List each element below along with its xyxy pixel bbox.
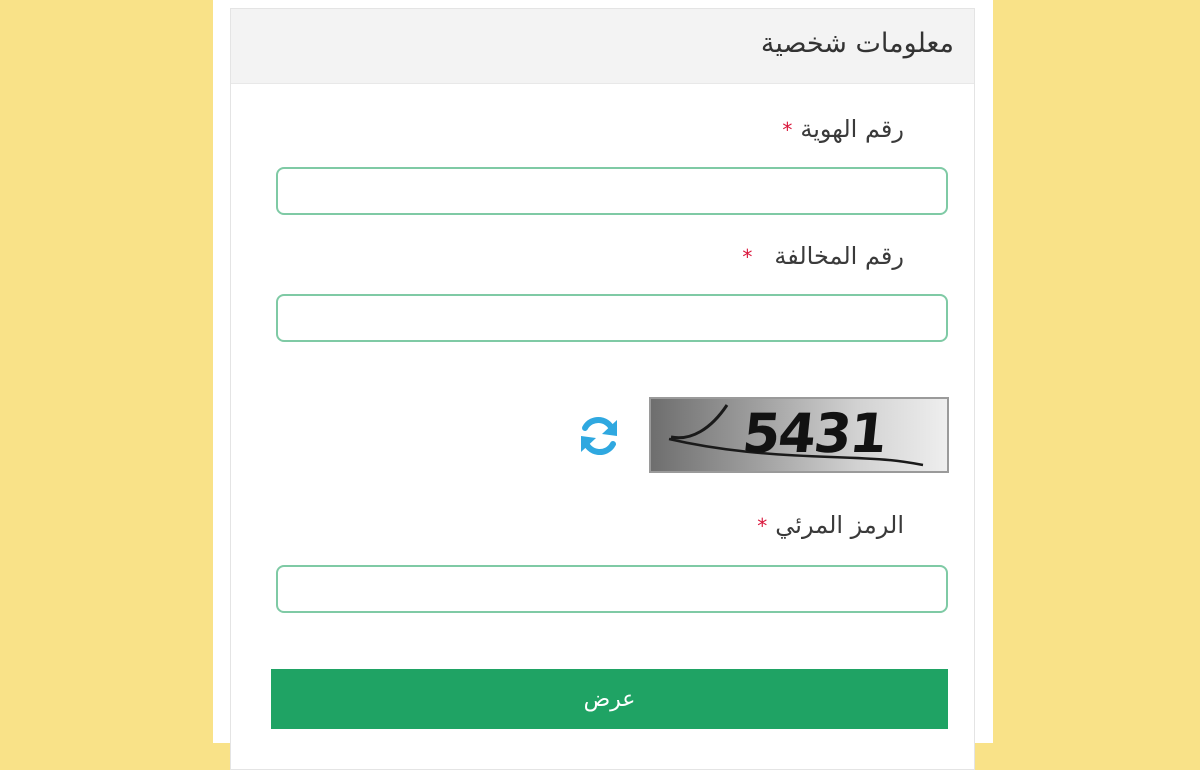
captcha-input[interactable] (276, 565, 948, 613)
personal-info-panel: معلومات شخصية رقم الهوية* رقم المخالفة* … (230, 8, 975, 770)
captcha-label-text: الرمز المرئي (775, 511, 904, 539)
captcha-image: 5431 (649, 397, 949, 473)
required-mark: * (742, 245, 753, 269)
required-mark: * (757, 514, 768, 538)
id-number-input[interactable] (276, 167, 948, 215)
required-mark: * (782, 118, 793, 142)
captcha-refresh-button[interactable] (575, 412, 623, 460)
refresh-icon (581, 416, 617, 456)
panel-title: معلومات شخصية (760, 28, 954, 59)
captcha-text: 5431 (739, 402, 889, 465)
captcha-label: الرمز المرئي * (757, 511, 904, 539)
id-number-label: رقم الهوية * (782, 115, 904, 143)
submit-button[interactable]: عرض (271, 669, 948, 729)
page: معلومات شخصية رقم الهوية* رقم المخالفة* … (213, 0, 993, 770)
id-number-label-text: رقم الهوية (800, 115, 904, 143)
violation-number-label-text: رقم المخالفة (774, 242, 904, 270)
panel-header: معلومات شخصية (231, 9, 974, 84)
violation-number-input[interactable] (276, 294, 948, 342)
violation-number-label: رقم المخالفة * (742, 242, 904, 270)
